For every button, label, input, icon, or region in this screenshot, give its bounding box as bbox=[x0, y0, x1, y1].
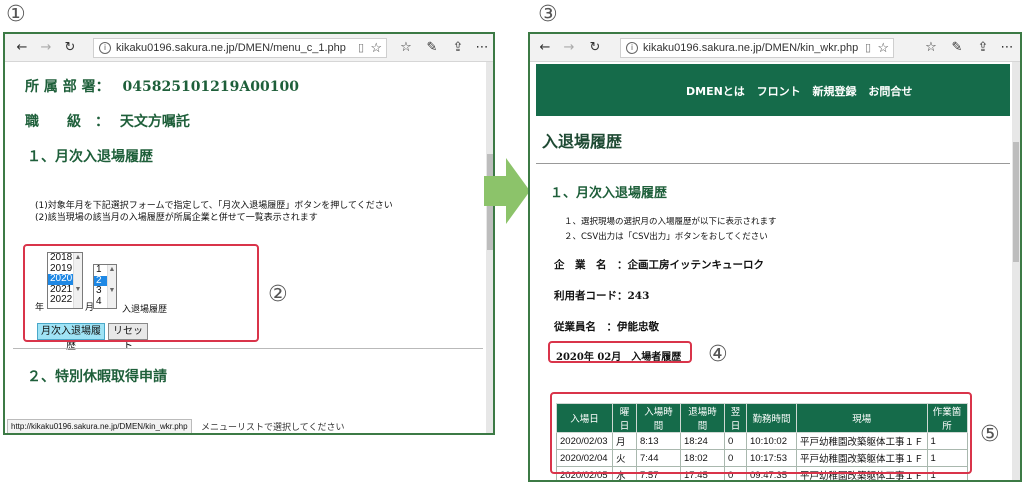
user-code-row: 利用者コード：243 bbox=[554, 288, 649, 303]
right-scrollbar[interactable] bbox=[1012, 62, 1020, 480]
address-url: kikaku0196.sakura.ne.jp/DMEN/kin_wkr.php bbox=[643, 42, 859, 54]
note-2: ２、CSV出力は「CSV出力」ボタンをおしてください bbox=[564, 232, 768, 242]
back-arrow-icon[interactable]: ← bbox=[13, 39, 31, 57]
share-icon[interactable]: ⇪ bbox=[974, 39, 992, 57]
page-title: 入退場履歴 bbox=[542, 132, 623, 151]
favorites-list-icon[interactable]: ☆ bbox=[397, 39, 415, 57]
browser-toolbar-right: ← → ↻ i kikaku0196.sakura.ne.jp/DMEN/kin… bbox=[530, 34, 1020, 62]
info-icon: i bbox=[626, 42, 638, 54]
nav-front[interactable]: フロント bbox=[757, 85, 801, 98]
step-2-label: ② bbox=[268, 282, 288, 307]
affiliation-label: 所 属 部 署： bbox=[25, 79, 110, 95]
bottom-instruction: メニューリストで選択してください bbox=[201, 423, 345, 433]
step-1-label: ① bbox=[6, 2, 26, 27]
company-row: 企 業 名 ：企画工房イッテンキューロク bbox=[554, 257, 764, 272]
more-icon[interactable]: ⋯ bbox=[998, 39, 1016, 57]
title-divider bbox=[536, 163, 1010, 164]
forward-arrow-icon[interactable]: → bbox=[560, 39, 578, 57]
highlight-box-5 bbox=[550, 392, 972, 474]
highlight-box-2 bbox=[23, 244, 259, 342]
section1-title-right: １、月次入退場履歴 bbox=[550, 186, 668, 201]
affiliation-value: 045825101219A00100 bbox=[122, 79, 299, 95]
back-arrow-icon[interactable]: ← bbox=[536, 39, 554, 57]
employee-row: 従業員名 ：伊能忠敬 bbox=[554, 319, 659, 334]
step-3-label: ③ bbox=[538, 2, 558, 27]
company-value: 企画工房イッテンキューロク bbox=[627, 259, 765, 271]
grade-row: 職 級 ： 天文方嘱託 bbox=[25, 111, 190, 131]
refresh-icon[interactable]: ↻ bbox=[61, 39, 79, 57]
section2-title: ２、特別休暇取得申請 bbox=[27, 369, 167, 385]
affiliation-row: 所 属 部 署： 045825101219A00100 bbox=[25, 76, 299, 96]
arrow-icon bbox=[484, 158, 530, 224]
user-code-label: 利用者コード： bbox=[554, 290, 628, 302]
favorite-star-icon[interactable]: ☆ bbox=[370, 39, 382, 57]
divider bbox=[13, 348, 483, 349]
nav-about[interactable]: DMENとは bbox=[686, 85, 745, 98]
site-nav: DMENとは フロント 新規登録 お問合せ bbox=[686, 83, 912, 99]
site-header: DMENとは フロント 新規登録 お問合せ bbox=[536, 64, 1010, 116]
right-scrollbar-thumb[interactable] bbox=[1013, 142, 1019, 262]
browser-toolbar: ← → ↻ i kikaku0196.sakura.ne.jp/DMEN/men… bbox=[5, 34, 493, 62]
company-label: 企 業 名 ： bbox=[554, 259, 628, 271]
nav-register[interactable]: 新規登録 bbox=[813, 85, 857, 98]
share-icon[interactable]: ⇪ bbox=[449, 39, 467, 57]
refresh-icon[interactable]: ↻ bbox=[586, 39, 604, 57]
more-icon[interactable]: ⋯ bbox=[473, 39, 491, 57]
grade-label: 職 級 ： bbox=[25, 114, 109, 130]
step-5-label: ⑤ bbox=[980, 422, 1000, 447]
highlight-box-4 bbox=[548, 341, 692, 363]
forward-arrow-icon[interactable]: → bbox=[37, 39, 55, 57]
reading-view-icon[interactable]: ▯ bbox=[358, 39, 364, 57]
employee-value: 伊能忠敬 bbox=[617, 321, 659, 333]
section1-title: １、月次入退場履歴 bbox=[27, 149, 153, 165]
grade-value: 天文方嘱託 bbox=[119, 114, 190, 130]
address-url: kikaku0196.sakura.ne.jp/DMEN/menu_c_1.ph… bbox=[116, 42, 346, 54]
info-icon: i bbox=[99, 42, 111, 54]
left-scrollbar[interactable] bbox=[486, 62, 493, 433]
favorites-list-icon[interactable]: ☆ bbox=[922, 39, 940, 57]
pen-icon[interactable]: ✎ bbox=[948, 39, 966, 57]
user-code-value: 243 bbox=[627, 290, 650, 302]
address-bar[interactable]: i kikaku0196.sakura.ne.jp/DMEN/kin_wkr.p… bbox=[620, 38, 894, 58]
note-1: １、選択現場の選択月の入場履歴が以下に表示されます bbox=[564, 217, 777, 227]
pen-icon[interactable]: ✎ bbox=[423, 39, 441, 57]
instruction-2: (2)該当現場の該当月の入場履歴が所属企業と併せて一覧表示されます bbox=[35, 213, 318, 223]
address-bar[interactable]: i kikaku0196.sakura.ne.jp/DMEN/menu_c_1.… bbox=[93, 38, 387, 58]
reading-view-icon[interactable]: ▯ bbox=[865, 39, 871, 57]
step-4-label: ④ bbox=[708, 342, 728, 367]
nav-contact[interactable]: お問合せ bbox=[868, 85, 912, 98]
favorite-star-icon[interactable]: ☆ bbox=[877, 39, 889, 57]
employee-label: 従業員名 ： bbox=[554, 321, 617, 333]
left-browser-window: ← → ↻ i kikaku0196.sakura.ne.jp/DMEN/men… bbox=[3, 32, 495, 435]
status-bar-url: http://kikaku0196.sakura.ne.jp/DMEN/kin_… bbox=[7, 419, 192, 433]
